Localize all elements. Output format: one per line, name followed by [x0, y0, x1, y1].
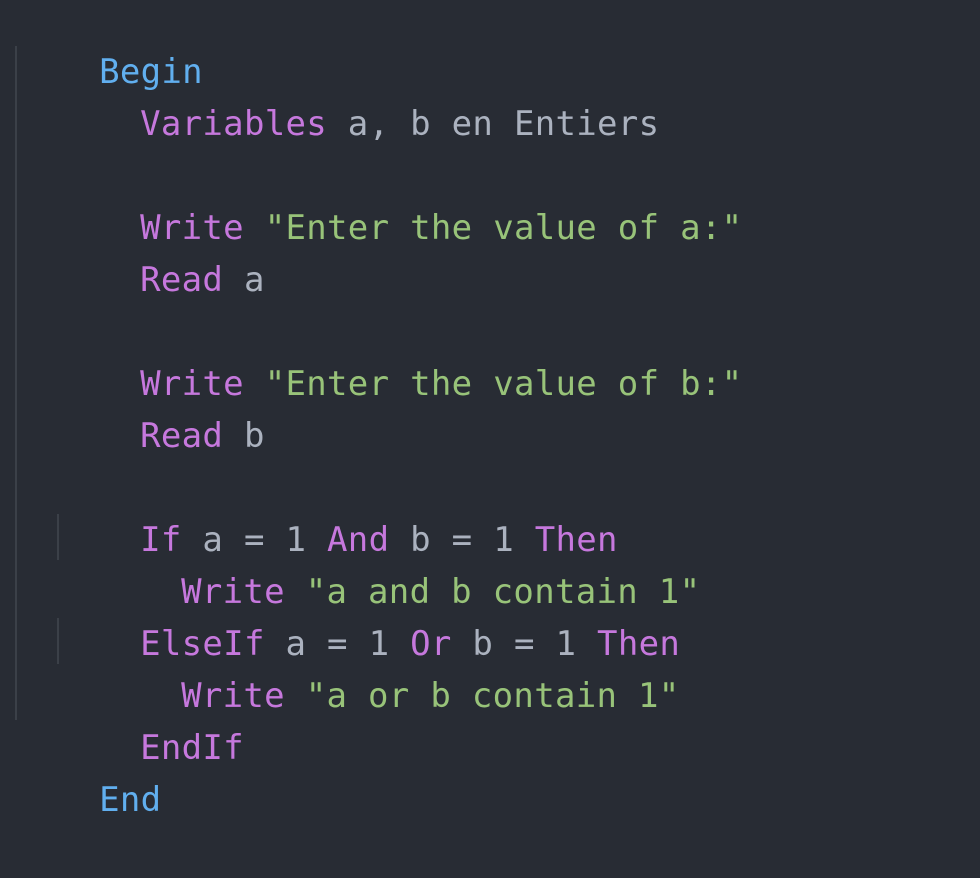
code-line-write-or: Write "a or b contain 1"	[98, 618, 680, 716]
code-line-end: End	[16, 722, 161, 820]
variables-keyword: Variables	[140, 104, 328, 144]
end-keyword: End	[99, 780, 162, 820]
code-line-write-and: Write "a and b contain 1"	[98, 514, 700, 612]
code-editor[interactable]: Begin Variables a, b en Entiers Write "E…	[0, 0, 980, 820]
code-line-endif: EndIf	[57, 670, 244, 768]
string-literal: "a or b contain 1"	[284, 676, 680, 716]
variables-declaration: a, b en Entiers	[327, 104, 660, 144]
read-keyword: Read	[140, 260, 224, 300]
code-line-variables: Variables a, b en Entiers	[57, 46, 659, 144]
code-line-if: If a = 1 And b = 1 Then	[57, 462, 618, 560]
code-line-write-b: Write "Enter the value of b:"	[57, 306, 742, 404]
string-literal: "Enter the value of a:"	[243, 208, 743, 248]
identifier: a	[223, 260, 265, 300]
read-keyword: Read	[140, 416, 224, 456]
code-line-write-a: Write "Enter the value of a:"	[57, 150, 742, 248]
code-line-read-a: Read a	[57, 202, 265, 300]
code-line-read-b: Read b	[57, 358, 265, 456]
identifier: b	[223, 416, 265, 456]
code-line-elseif: ElseIf a = 1 Or b = 1 Then	[57, 566, 680, 664]
code-line-begin: Begin	[16, 0, 203, 92]
string-literal: "Enter the value of b:"	[243, 364, 743, 404]
